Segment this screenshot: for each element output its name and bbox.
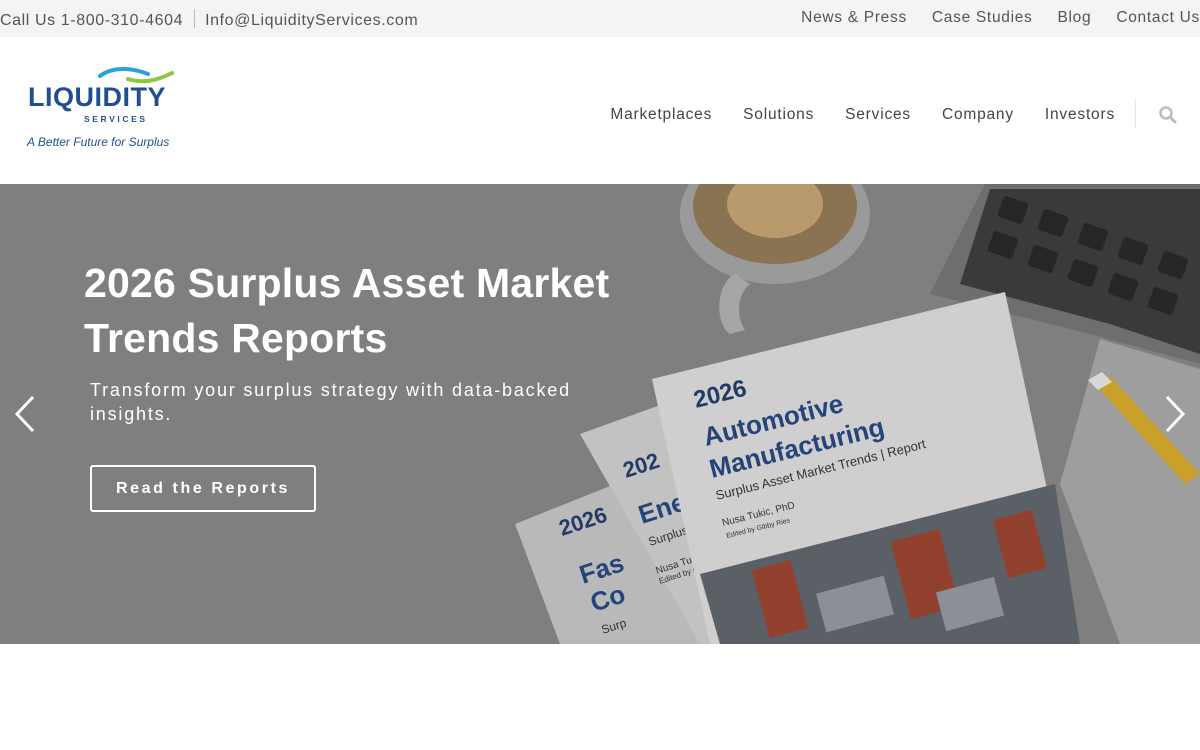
divider	[194, 9, 196, 28]
chevron-right-icon[interactable]	[1163, 394, 1187, 434]
logo-brand: LIQUIDITY	[28, 82, 166, 112]
hero-carousel: 2026 Fas Co Surp 202 Ene Surplus Nusa Tu…	[0, 184, 1200, 644]
utility-links: News & Press Case Studies Blog Contact U…	[776, 9, 1200, 27]
chevron-left-icon[interactable]	[13, 394, 37, 434]
nav-item-marketplaces[interactable]: Marketplaces	[610, 106, 712, 124]
hero-title: 2026 Surplus Asset Market Trends Reports	[84, 260, 610, 361]
email-link[interactable]: Info@LiquidityServices.com	[205, 12, 418, 29]
nav-item-services[interactable]: Services	[845, 106, 911, 124]
site-header: LIQUIDITY SERVICES A Better Future for S…	[0, 37, 1200, 184]
utility-link-case-studies[interactable]: Case Studies	[932, 9, 1033, 27]
main-nav: Marketplaces Solutions Services Company …	[579, 106, 1115, 124]
nav-divider	[1135, 98, 1136, 128]
phone-link[interactable]: Call Us 1-800-310-4604	[0, 12, 183, 29]
top-bar: Call Us 1-800-310-4604 Info@LiquidityServ…	[0, 0, 1200, 37]
nav-item-company[interactable]: Company	[942, 106, 1014, 124]
hero-subtitle: Transform your surplus strategy with dat…	[90, 380, 571, 424]
logo-subtitle: SERVICES	[84, 114, 148, 124]
nav-item-solutions[interactable]: Solutions	[743, 106, 814, 124]
utility-link-contact-us[interactable]: Contact Us	[1116, 9, 1200, 27]
logo[interactable]: LIQUIDITY SERVICES A Better Future for S…	[26, 67, 176, 153]
search-icon[interactable]	[1158, 105, 1178, 125]
utility-link-blog[interactable]: Blog	[1058, 9, 1092, 27]
read-reports-button[interactable]: Read the Reports	[90, 465, 316, 512]
contact-info: Call Us 1-800-310-4604 Info@LiquidityServ…	[0, 9, 418, 30]
utility-link-news-press[interactable]: News & Press	[801, 9, 907, 27]
nav-item-investors[interactable]: Investors	[1045, 106, 1115, 124]
logo-tagline: A Better Future for Surplus	[27, 135, 170, 149]
